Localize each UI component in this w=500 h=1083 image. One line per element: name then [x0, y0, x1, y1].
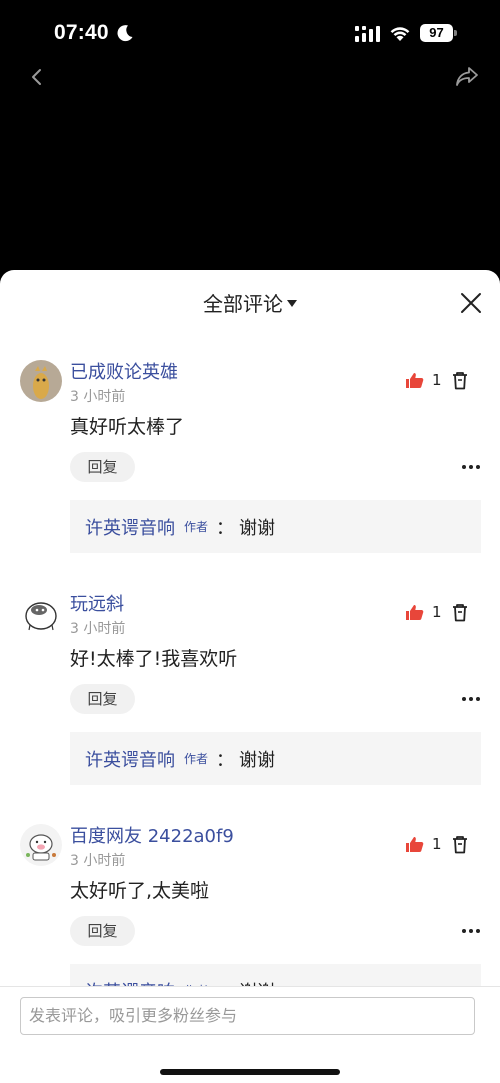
- more-options-icon[interactable]: [461, 928, 481, 934]
- reply-text: 谢谢: [239, 518, 275, 539]
- reply-button[interactable]: 回复: [70, 684, 135, 714]
- comment-username[interactable]: 已成败论英雄: [70, 358, 178, 384]
- comment-text: 真好听太棒了: [70, 416, 185, 438]
- battery-indicator: 97: [420, 24, 457, 42]
- reply-author[interactable]: 许英谔音响: [85, 746, 175, 772]
- like-count: 1: [432, 603, 442, 621]
- thumbs-up-icon[interactable]: [405, 836, 424, 853]
- reply-text: 谢谢: [239, 750, 275, 771]
- avatar[interactable]: [20, 592, 62, 634]
- status-time: 07:40: [54, 21, 109, 44]
- close-icon[interactable]: [460, 292, 482, 314]
- reply-colon: ：: [216, 978, 234, 986]
- reply-button[interactable]: 回复: [70, 916, 135, 946]
- comment-time: 3 小时前: [70, 389, 126, 405]
- trash-icon[interactable]: [452, 835, 468, 854]
- trash-icon[interactable]: [452, 371, 468, 390]
- comment-username[interactable]: 玩远斜: [70, 590, 124, 616]
- cellular-signal-icon: [355, 26, 380, 42]
- home-indicator[interactable]: [160, 1069, 340, 1075]
- reply-box[interactable]: 许英谔音响 作者 ： 谢谢: [70, 732, 481, 785]
- comment-list: 已成败论英雄 3 小时前 真好听太棒了 1 回复 许英谔音响 作者 ： 谢谢 玩…: [0, 350, 500, 986]
- comment-time: 3 小时前: [70, 621, 126, 637]
- avatar-image: [20, 592, 62, 634]
- author-badge: 作者: [184, 752, 209, 766]
- avatar-image: [20, 824, 62, 866]
- more-options-icon[interactable]: [461, 464, 481, 470]
- avatar-image: [20, 360, 62, 402]
- avatar[interactable]: [20, 360, 62, 402]
- sheet-title-label: 全部评论: [203, 292, 283, 316]
- comment-item: 百度网友 2422a0f9 3 小时前 太好听了,太美啦 1 回复 许英谔音响 …: [0, 814, 500, 986]
- author-badge: 作者: [184, 520, 209, 534]
- sheet-header: 全部评论: [0, 270, 500, 332]
- comment-sheet: 全部评论 已成败论英雄 3 小时前 真好听太棒了 1 回复 许英谔音响 作者 ：…: [0, 270, 500, 1083]
- comment-input-bar: 发表评论，吸引更多粉丝参与: [0, 986, 500, 1083]
- thumbs-up-icon[interactable]: [405, 604, 424, 621]
- reply-box[interactable]: 许英谔音响 作者 ： 谢谢: [70, 500, 481, 553]
- comment-filter-dropdown[interactable]: 全部评论: [0, 288, 500, 317]
- wifi-icon: [390, 27, 410, 41]
- comment-time: 3 小时前: [70, 853, 126, 869]
- trash-icon[interactable]: [452, 603, 468, 622]
- reply-colon: ：: [216, 750, 234, 771]
- more-options-icon[interactable]: [461, 696, 481, 702]
- like-count: 1: [432, 371, 442, 389]
- status-bar: 07:40 97: [0, 0, 500, 60]
- avatar[interactable]: [20, 824, 62, 866]
- reply-button[interactable]: 回复: [70, 452, 135, 482]
- comment-item: 玩远斜 3 小时前 好!太棒了!我喜欢听 1 回复 许英谔音响 作者 ： 谢谢: [0, 582, 500, 814]
- thumbs-up-icon[interactable]: [405, 372, 424, 389]
- comment-text: 太好听了,太美啦: [70, 880, 210, 902]
- comment-input[interactable]: 发表评论，吸引更多粉丝参与: [20, 997, 475, 1035]
- back-icon[interactable]: [26, 66, 48, 88]
- battery-level: 97: [420, 24, 453, 42]
- like-count: 1: [432, 835, 442, 853]
- reply-box[interactable]: 许英谔音响 作者 ： 谢谢: [70, 964, 481, 986]
- reply-author[interactable]: 许英谔音响: [85, 514, 175, 540]
- reply-author[interactable]: 许英谔音响: [85, 978, 175, 986]
- reply-text: 谢谢: [239, 978, 275, 986]
- reply-colon: ：: [216, 518, 234, 539]
- moon-icon: [117, 25, 133, 42]
- comment-username[interactable]: 百度网友 2422a0f9: [70, 822, 234, 848]
- comment-item: 已成败论英雄 3 小时前 真好听太棒了 1 回复 许英谔音响 作者 ： 谢谢: [0, 350, 500, 582]
- share-icon[interactable]: [454, 65, 480, 89]
- caret-down-icon: [287, 300, 297, 307]
- battery-tip: [454, 30, 457, 36]
- comment-text: 好!太棒了!我喜欢听: [70, 648, 238, 670]
